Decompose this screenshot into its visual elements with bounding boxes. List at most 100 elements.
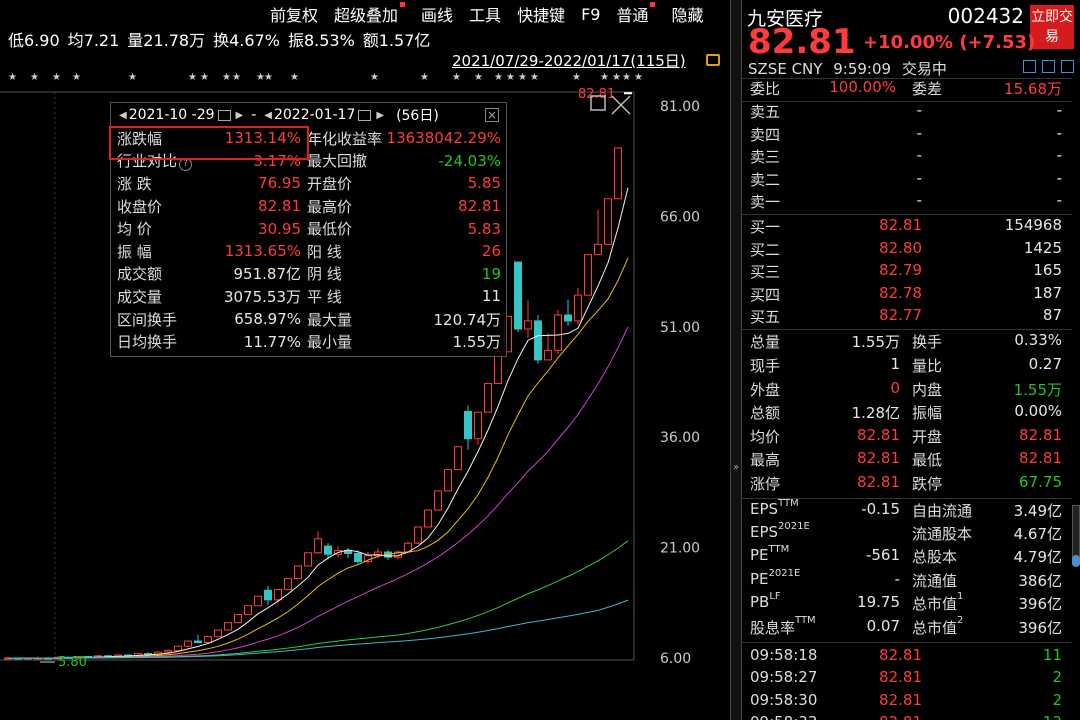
fundamental-label: EPSTTM	[750, 498, 799, 518]
candle-body	[254, 595, 262, 607]
bid-row[interactable]: 买三 82.79 165	[742, 261, 1072, 283]
popup-stat-value: 82.81	[458, 197, 501, 216]
bid-row[interactable]: 买一 82.81 154968	[742, 216, 1072, 238]
quote-value: 82.81	[1019, 449, 1062, 468]
candle-body	[534, 320, 542, 361]
tick-volume: 2	[1052, 668, 1062, 687]
candle-body	[244, 605, 252, 616]
fundamental-label-sup: TTM	[768, 544, 790, 556]
fundamental-label-text: PE	[750, 569, 769, 588]
toolbar-draw-line[interactable]: 画线	[421, 2, 453, 26]
popup-stat-cell: 平 线 11	[307, 285, 507, 308]
tick-row: 09:58:30 82.81 2	[742, 691, 1072, 713]
prev-end-date-arrow-icon[interactable]: ◀	[264, 110, 272, 121]
popup-stat-value: 13638042.29%	[386, 129, 501, 148]
event-star-icon: ★	[530, 72, 539, 83]
calendar-icon[interactable]	[358, 109, 372, 121]
divider-line	[742, 642, 1072, 643]
stat-volume: 量21.78万	[127, 31, 206, 50]
popup-stat-value: 30.95	[258, 219, 301, 238]
toolbar-shortcuts[interactable]: 快捷键	[517, 2, 565, 26]
stat-low: 低6.90	[8, 31, 60, 50]
weibi-value: 100.00%	[829, 78, 896, 96]
window-icon[interactable]	[1042, 60, 1055, 73]
popup-stat-value: 19	[481, 264, 501, 283]
bid-label: 买五	[750, 308, 781, 326]
candle-body	[574, 294, 582, 322]
fundamental-label: 自由流通	[912, 500, 972, 521]
prev-date-arrow-icon[interactable]: ◀	[119, 110, 127, 121]
ask-row[interactable]: 卖一 - -	[742, 191, 1072, 213]
toolbar-hide[interactable]: 隐藏	[671, 2, 703, 26]
ask-row[interactable]: 卖三 - -	[742, 146, 1072, 168]
stat-avg: 均7.21	[67, 31, 120, 50]
candle-body	[624, 92, 632, 95]
panel-divider[interactable]: »	[730, 0, 742, 720]
next-date-arrow-icon[interactable]: ▶	[236, 110, 244, 121]
toolbar-fuquan[interactable]: 前复权	[270, 2, 318, 26]
add-icon[interactable]	[1061, 60, 1074, 73]
event-star-icon: ★	[600, 72, 609, 83]
lock-icon[interactable]	[706, 54, 720, 66]
candle-body	[454, 446, 462, 471]
help-icon[interactable]: ?	[179, 158, 193, 172]
scrollbar-thumb[interactable]	[1072, 555, 1080, 567]
close-icon[interactable]: ×	[485, 108, 499, 122]
trade-now-button[interactable]: 立即交易	[1030, 5, 1074, 49]
fundamental-row: PETTM -561 总股本 4.79亿	[742, 544, 1072, 568]
fundamental-label: EPS2021E	[750, 521, 810, 541]
popup-stat-value: 82.81	[258, 197, 301, 216]
ask-row[interactable]: 卖二 - -	[742, 169, 1072, 191]
quote-value: 82.81	[857, 449, 900, 468]
quote-row: 外盘 0 内盘 1.55万	[742, 379, 1072, 401]
event-star-icon: ★	[420, 72, 429, 83]
ask-row[interactable]: 卖五 - -	[742, 101, 1072, 123]
popup-stat-cell: 均 价 30.95	[117, 217, 307, 240]
ask-row[interactable]: 卖四 - -	[742, 124, 1072, 146]
trade-status: 交易中	[901, 60, 947, 78]
quote-label: 换手	[912, 333, 943, 352]
popup-stat-cell: 成交量 3075.53万	[117, 285, 307, 308]
popup-stat-label: 最大量	[307, 310, 353, 329]
bid-row[interactable]: 买五 82.77 87	[742, 306, 1072, 328]
bid-label: 买三	[750, 263, 781, 282]
bid-price: 82.77	[879, 306, 922, 324]
popup-stat-label: 成交量	[117, 287, 163, 306]
popup-stat-label: 涨 跌	[117, 174, 152, 193]
popup-stat-cell: 阳 线 26	[307, 240, 507, 263]
bid-row[interactable]: 买四 82.78 187	[742, 284, 1072, 306]
bid-row[interactable]: 买二 82.80 1425	[742, 239, 1072, 261]
candle-body	[414, 526, 422, 544]
tick-price: 82.81	[879, 668, 922, 687]
fundamental-value: 3.49亿	[1013, 501, 1062, 520]
collapse-arrow-icon[interactable]: »	[731, 462, 741, 473]
popup-stat-cell: 最低价 5.83	[307, 217, 507, 240]
weicha-value: 15.68万	[1004, 80, 1062, 98]
toolbar-super-overlay[interactable]: 超级叠加	[334, 2, 405, 26]
popup-start-date[interactable]: 2021-10 -29	[129, 107, 215, 123]
toolbar-normal[interactable]: 普通	[616, 2, 655, 26]
low-price-label: 5.80	[58, 655, 87, 670]
fundamental-label: 流通值	[912, 570, 957, 591]
calendar-icon[interactable]	[217, 109, 231, 121]
fundamental-label-sup: 2021E	[768, 567, 801, 579]
quote-label: 最低	[912, 451, 943, 470]
candle-body	[474, 411, 482, 440]
popup-stat-value: 1313.65%	[224, 242, 301, 261]
edit-icon[interactable]	[1023, 60, 1036, 73]
stat-amount: 额1.57亿	[362, 31, 431, 50]
y-tick-label: 36.00	[660, 430, 700, 446]
toolbar-tools[interactable]: 工具	[469, 2, 501, 26]
fundamental-label-text: 流通股本	[912, 525, 973, 543]
event-star-icon: ★	[232, 72, 241, 83]
popup-end-date[interactable]: 2022-01-17	[274, 107, 355, 123]
kline-chart-area[interactable]: 前复权 超级叠加 画线 工具 快捷键 F9 普通 隐藏 低6.90 均7.21 量2…	[0, 0, 730, 720]
toolbar-f9[interactable]: F9	[581, 5, 600, 24]
bid-label: 买一	[750, 218, 781, 237]
quote-value: 0	[890, 378, 900, 397]
event-star-icon: ★	[72, 72, 81, 83]
ask-price: -	[916, 101, 922, 120]
popup-stat-cell: 成交额 951.87亿	[117, 263, 307, 286]
next-end-date-arrow-icon[interactable]: ▶	[376, 110, 384, 121]
fundamental-row: 股息率TTM 0.07 总市值2 396亿	[742, 615, 1072, 639]
